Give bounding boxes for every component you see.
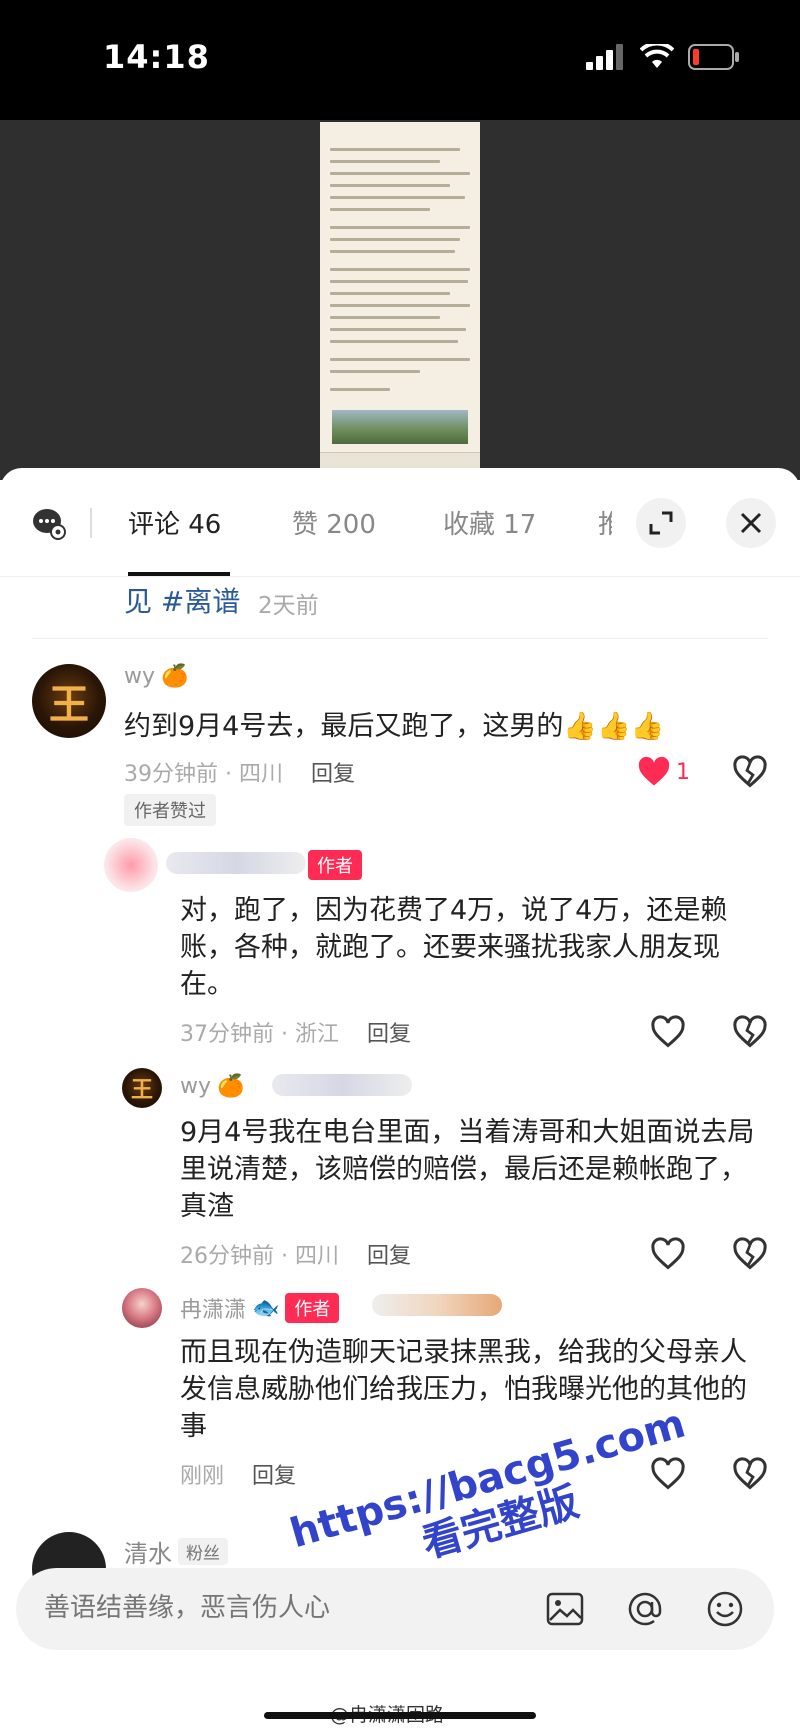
comment-username[interactable]: wy 🍊 bbox=[124, 664, 188, 689]
expand-icon bbox=[649, 511, 673, 535]
comment-time: 26分钟前 · 四川 bbox=[180, 1244, 339, 1269]
thumbnail-photo bbox=[332, 410, 468, 444]
username-emoji: 🐟 bbox=[252, 1295, 280, 1321]
chat-settings-icon[interactable] bbox=[32, 506, 66, 540]
emoji-button[interactable] bbox=[704, 1588, 746, 1630]
comment-meta: 39分钟前 · 四川 回复 bbox=[124, 756, 355, 788]
wifi-icon bbox=[640, 44, 674, 68]
comment-time: 刚刚 bbox=[180, 1464, 225, 1489]
comment-username[interactable]: wy 🍊 bbox=[180, 1074, 244, 1099]
avatar[interactable] bbox=[104, 838, 158, 892]
comment-username[interactable]: 冉潇潇 🐟 作者 bbox=[180, 1292, 340, 1324]
author-badge: 作者 bbox=[285, 1293, 340, 1323]
username-text: 清水 bbox=[124, 1540, 172, 1568]
username-text: 冉潇潇 bbox=[180, 1298, 247, 1323]
comment-text: 约到9月4号去，最后又跑了，这男的👍👍👍 bbox=[124, 711, 665, 742]
broken-heart-icon[interactable] bbox=[732, 1014, 768, 1050]
tab-share[interactable]: 推 bbox=[598, 504, 612, 541]
heart-icon[interactable] bbox=[650, 1236, 686, 1272]
avatar[interactable] bbox=[122, 1288, 162, 1328]
blurred-reply-target bbox=[272, 1074, 412, 1096]
tabs-divider bbox=[0, 576, 800, 577]
comment-username[interactable]: 清水 粉丝 bbox=[124, 1534, 228, 1569]
comment-meta: 26分钟前 · 四川 回复 bbox=[180, 1238, 411, 1270]
battery-icon bbox=[688, 44, 739, 70]
tab-separator bbox=[90, 508, 92, 538]
reply-button[interactable]: 回复 bbox=[367, 1016, 411, 1048]
blurred-reply-target bbox=[372, 1294, 502, 1316]
reply-button[interactable]: 回复 bbox=[311, 756, 355, 788]
broken-heart-icon[interactable] bbox=[732, 1236, 768, 1272]
comment-text: 对，跑了，因为花费了4万，说了4万，还是赖账，各种，就跑了。还要来骚扰我家人朋友… bbox=[180, 895, 728, 1000]
username-text: wy bbox=[180, 1074, 212, 1099]
comment-input-bar bbox=[16, 1568, 774, 1650]
broken-heart-icon[interactable] bbox=[732, 1456, 768, 1492]
comment-time: 37分钟前 · 浙江 bbox=[180, 1022, 339, 1047]
reply-button[interactable]: 回复 bbox=[252, 1458, 296, 1490]
author-badge-label: 作者 bbox=[308, 850, 362, 880]
heart-icon[interactable] bbox=[650, 1014, 686, 1050]
blurred-username bbox=[166, 852, 306, 874]
tab-favorites[interactable]: 收藏 17 bbox=[443, 504, 536, 541]
status-icons bbox=[586, 44, 740, 70]
comment-meta: 37分钟前 · 浙江 回复 bbox=[180, 1016, 411, 1048]
close-icon bbox=[740, 512, 762, 534]
screenshot-thumbnail bbox=[320, 122, 480, 472]
comment-input[interactable] bbox=[42, 1592, 446, 1624]
close-button[interactable] bbox=[726, 498, 776, 548]
comment-meta: 刚刚 回复 bbox=[180, 1458, 296, 1490]
sheet-tabs: 评论 46 赞 200 收藏 17 推 bbox=[0, 468, 800, 576]
liked-heart-icon[interactable] bbox=[636, 754, 672, 790]
like-count: 1 bbox=[676, 760, 690, 785]
video-preview[interactable] bbox=[0, 120, 800, 480]
image-icon bbox=[546, 1592, 584, 1626]
author-badge: 作者 bbox=[308, 850, 362, 880]
comment-text: 9月4号我在电台里面，当着涛哥和大姐面说去局里说清楚，该赔偿的赔偿，最后还是赖帐… bbox=[180, 1117, 755, 1222]
signal-icon bbox=[586, 44, 623, 70]
post-description-tail[interactable]: 见 #离谱 bbox=[124, 580, 240, 620]
avatar[interactable]: 王 bbox=[122, 1068, 162, 1108]
reply-button[interactable]: 回复 bbox=[367, 1238, 411, 1270]
section-divider bbox=[32, 638, 768, 639]
username-emoji: 🍊 bbox=[217, 1074, 245, 1099]
username-emoji: 🍊 bbox=[161, 664, 189, 689]
author-liked-badge: 作者赞过 bbox=[124, 794, 216, 826]
emoji-icon bbox=[707, 1591, 743, 1627]
tab-comments[interactable]: 评论 46 bbox=[128, 504, 221, 541]
status-time: 14:18 bbox=[103, 38, 210, 76]
image-button[interactable] bbox=[544, 1588, 586, 1630]
comment-time: 39分钟前 · 四川 bbox=[124, 762, 283, 787]
fans-badge: 粉丝 bbox=[178, 1538, 228, 1565]
expand-button[interactable] bbox=[636, 498, 686, 548]
home-indicator[interactable] bbox=[264, 1712, 536, 1719]
username-text: wy bbox=[124, 664, 156, 689]
mention-icon bbox=[628, 1592, 662, 1626]
status-bar: 14:18 bbox=[0, 0, 800, 120]
avatar[interactable]: 王 bbox=[32, 664, 106, 738]
post-time: 2天前 bbox=[258, 593, 319, 619]
tab-likes[interactable]: 赞 200 bbox=[292, 504, 376, 541]
broken-heart-icon[interactable] bbox=[732, 754, 768, 790]
mention-button[interactable] bbox=[624, 1588, 666, 1630]
